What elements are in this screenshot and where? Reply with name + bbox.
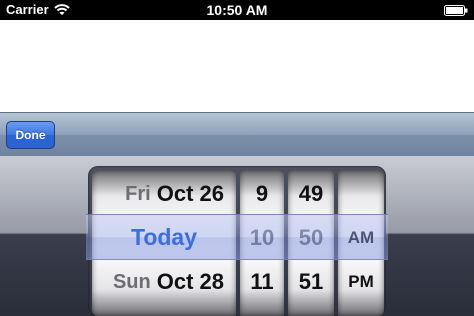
hour-option[interactable]: 9: [240, 172, 284, 216]
weekday-label: Fri: [125, 182, 151, 205]
minute-option[interactable]: 49: [288, 172, 334, 216]
weekday-label: Sun: [112, 270, 151, 293]
battery-icon: [444, 5, 468, 16]
minute-option[interactable]: 51: [288, 260, 334, 304]
date-row[interactable]: Sun Oct 28: [92, 260, 236, 304]
date-option-selected[interactable]: Today: [92, 214, 236, 260]
status-bar: Carrier 10:50 AM: [0, 0, 474, 20]
ampm-option-empty: [338, 172, 384, 216]
ampm-option[interactable]: PM: [338, 260, 384, 304]
done-button[interactable]: Done: [6, 121, 55, 149]
date-label: Oct 28: [156, 269, 224, 294]
hour-wheel[interactable]: 9 10 11: [240, 170, 284, 316]
hour-option-selected[interactable]: 10: [240, 216, 284, 260]
status-time: 10:50 AM: [206, 2, 268, 18]
ampm-wheel[interactable]: AM PM: [338, 170, 384, 316]
picker-toolbar: Done: [0, 112, 474, 156]
minute-wheel[interactable]: 49 50 51: [288, 170, 334, 316]
minute-option-selected[interactable]: 50: [288, 216, 334, 260]
hour-option[interactable]: 11: [240, 260, 284, 304]
date-label: Oct 26: [156, 181, 224, 206]
date-row[interactable]: Fri Oct 26: [92, 172, 236, 216]
content-area: [0, 20, 474, 112]
ampm-option-selected[interactable]: AM: [338, 216, 384, 260]
screen: Carrier 10:50 AM Done Fri Oct 26 Sun Oct…: [0, 0, 474, 316]
